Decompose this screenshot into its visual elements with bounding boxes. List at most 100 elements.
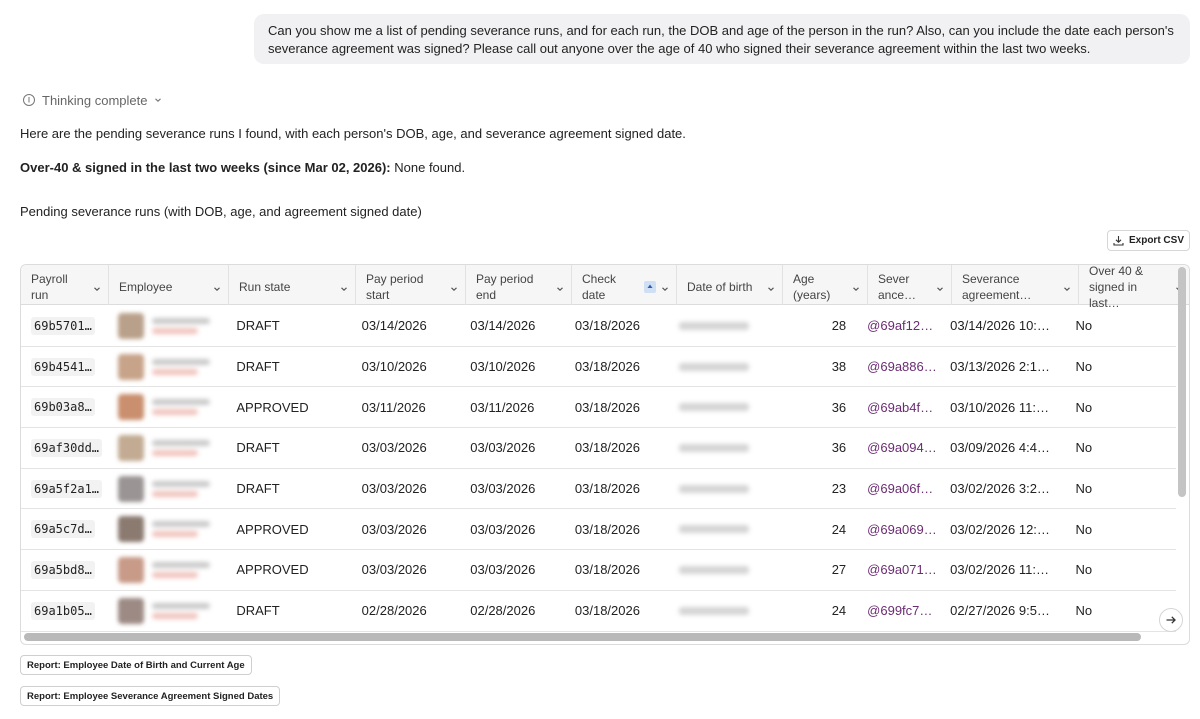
payroll-run-id[interactable]: 69b5701… (31, 316, 95, 335)
severance-link[interactable]: @69af12… (867, 318, 933, 333)
severance-link[interactable]: @69ab4f… (867, 400, 933, 415)
run-state: APPROVED (236, 562, 309, 578)
severance-link[interactable]: @69a069… (867, 522, 937, 537)
employee-cell[interactable] (117, 475, 210, 502)
over40-flag: No (1075, 481, 1093, 497)
table-row[interactable]: 69b4541… DRAFT 03/10/2026 03/10/2026 03/18/… (21, 347, 1176, 388)
column-header-run-state[interactable]: Run state (229, 265, 356, 305)
vertical-scrollbar[interactable] (1178, 267, 1186, 497)
payroll-run-id[interactable]: 69af30dd… (31, 438, 103, 457)
cell-check-date: 03/18/2026 (565, 469, 669, 509)
chevron-down-icon[interactable] (851, 282, 861, 292)
employee-cell[interactable] (117, 516, 210, 543)
table-row[interactable]: 69a5c7d… APPROVED 03/03/2026 03/03/2026 03/… (21, 509, 1176, 551)
employee-cell[interactable] (117, 353, 210, 380)
payroll-run-id[interactable]: 69a5bd8… (31, 560, 95, 579)
cell-age: 24 (773, 591, 857, 631)
chevron-down-icon[interactable] (449, 282, 459, 292)
payroll-run-id[interactable]: 69a1b05… (31, 601, 95, 620)
column-header-check-date[interactable]: Check date (572, 265, 677, 305)
payroll-run-id[interactable]: 69b4541… (31, 357, 95, 376)
date-of-birth-redacted (678, 484, 749, 493)
employee-cell[interactable] (117, 312, 210, 339)
chevron-down-icon[interactable] (1062, 282, 1072, 292)
column-header-over-40-signed[interactable]: Over 40 & signed in last… (1079, 265, 1189, 310)
cell-employee (108, 469, 226, 509)
cell-date-of-birth (669, 469, 774, 509)
sort-ascending-icon[interactable] (644, 281, 656, 293)
cell-severance-agreement: 03/02/2026 3:2… (940, 469, 1065, 509)
table-row[interactable]: 69af30dd… DRAFT 03/03/2026 03/03/2026 03/18… (21, 428, 1176, 469)
table-row[interactable]: 69a5bd8… APPROVED 03/03/2026 03/03/2026 03/… (21, 550, 1176, 591)
cell-check-date: 03/18/2026 (565, 306, 669, 346)
thinking-toggle[interactable]: Thinking complete (22, 91, 162, 109)
severance-link[interactable]: @69a886… (867, 359, 937, 374)
cell-payroll-run: 69b4541… (21, 347, 108, 387)
check-date: 03/18/2026 (574, 562, 640, 578)
pay-period-end: 03/10/2026 (470, 359, 536, 375)
agreement-signed-date: 03/10/2026 11:… (950, 399, 1049, 415)
cell-age: 27 (773, 550, 857, 590)
column-header-pay-period-start[interactable]: Pay period start (356, 265, 466, 305)
report-dob-age-button[interactable]: Report: Employee Date of Birth and Curre… (20, 655, 252, 675)
pay-period-end: 02/28/2026 (470, 603, 536, 619)
chevron-down-icon[interactable] (339, 282, 349, 292)
cell-payroll-run: 69b5701… (21, 306, 108, 346)
cell-pay-period-end: 03/10/2026 (460, 347, 565, 387)
cell-severance-agreement: 03/14/2026 10:… (940, 306, 1065, 346)
over40-flag: No (1075, 440, 1093, 456)
payroll-run-id[interactable]: 69b03a8… (31, 398, 95, 417)
employee-cell[interactable] (117, 394, 210, 421)
employee-cell[interactable] (117, 434, 210, 461)
column-header-employee[interactable]: Employee (109, 265, 229, 305)
chevron-down-icon[interactable] (92, 282, 102, 292)
run-state: APPROVED (236, 399, 309, 415)
table-row[interactable]: 69a1b05… DRAFT 02/28/2026 02/28/2026 03/18/… (21, 591, 1176, 632)
column-header-age[interactable]: Age (years) (783, 265, 868, 305)
cell-payroll-run: 69b03a8… (21, 387, 108, 427)
chevron-down-icon[interactable] (212, 282, 222, 292)
column-header-date-of-birth[interactable]: Date of birth (677, 265, 783, 305)
column-header-severance-agreement[interactable]: Severance agreement… (952, 265, 1079, 305)
table-row[interactable]: 69b03a8… APPROVED 03/11/2026 03/11/2026 03/… (21, 387, 1176, 429)
table-row[interactable]: 69a5f2a1… DRAFT 03/03/2026 03/03/2026 03/18… (21, 469, 1176, 510)
cell-severance: @69a069… (857, 509, 940, 549)
report-signed-dates-button[interactable]: Report: Employee Severance Agreement Sig… (20, 686, 281, 706)
agreement-signed-date: 03/02/2026 11:… (950, 562, 1049, 578)
severance-link[interactable]: @69a094… (867, 440, 937, 455)
export-csv-button[interactable]: Export CSV (1107, 230, 1190, 251)
check-date: 03/18/2026 (574, 359, 640, 375)
agreement-signed-date: 03/02/2026 12:… (950, 521, 1050, 537)
chevron-down-icon[interactable] (935, 282, 945, 292)
cell-age: 36 (773, 387, 857, 427)
cell-date-of-birth (669, 591, 774, 631)
employee-name-redacted (151, 521, 210, 538)
column-header-severance[interactable]: Sever ance… (868, 265, 952, 305)
chevron-down-icon[interactable] (660, 282, 670, 292)
cell-date-of-birth (669, 428, 774, 468)
age-value: 27 (831, 562, 847, 578)
employee-cell[interactable] (117, 556, 210, 583)
cell-age: 24 (773, 509, 857, 549)
horizontal-scrollbar[interactable] (24, 633, 1141, 641)
scroll-right-button[interactable] (1159, 608, 1183, 632)
cell-run-state: DRAFT (226, 469, 351, 509)
run-state: DRAFT (236, 359, 280, 375)
employee-cell[interactable] (117, 597, 210, 624)
cell-severance-agreement: 03/10/2026 11:… (940, 387, 1065, 427)
table-row[interactable]: 69b5701… DRAFT 03/14/2026 03/14/2026 03/18/… (21, 306, 1176, 347)
chevron-down-icon[interactable] (766, 282, 776, 292)
pay-period-end: 03/11/2026 (470, 399, 535, 415)
age-value: 36 (831, 399, 847, 415)
column-header-payroll-run[interactable]: Payroll run (21, 265, 109, 305)
severance-link[interactable]: @69a06f… (867, 481, 933, 496)
cell-pay-period-start: 03/14/2026 (352, 306, 461, 346)
severance-link[interactable]: @69a071… (867, 562, 937, 577)
severance-link[interactable]: @699fc7… (867, 603, 932, 618)
chevron-down-icon[interactable] (555, 282, 565, 292)
payroll-run-id[interactable]: 69a5c7d… (31, 520, 95, 539)
cell-check-date: 03/18/2026 (565, 591, 669, 631)
age-value: 36 (831, 440, 847, 456)
column-header-pay-period-end[interactable]: Pay period end (466, 265, 572, 305)
payroll-run-id[interactable]: 69a5f2a1… (31, 479, 103, 498)
